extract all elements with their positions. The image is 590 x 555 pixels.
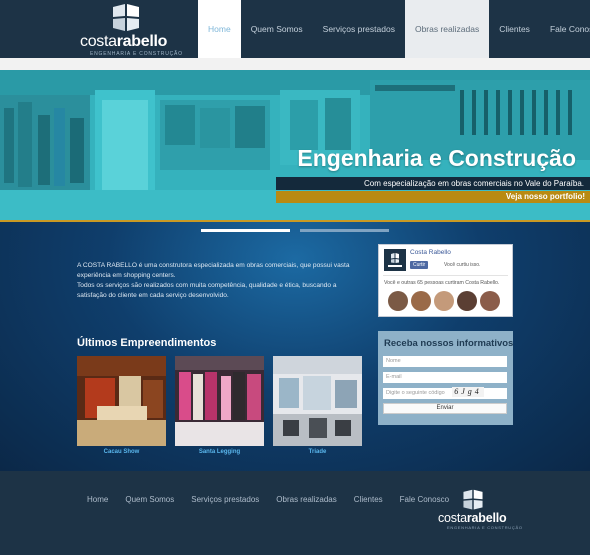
facebook-like-count: Você e outras 65 pessoas curtiram Costa … (384, 280, 500, 286)
nav-clientes[interactable]: Clientes (489, 0, 540, 58)
footer-nav-home[interactable]: Home (87, 495, 108, 504)
footer-nav-clientes[interactable]: Clientes (354, 495, 383, 504)
hero-gold-line (0, 220, 590, 222)
facebook-faces (388, 291, 503, 311)
hero-subtitle: Com especialização em obras comerciais n… (276, 177, 590, 190)
newsletter-email-input[interactable]: E-mail (383, 372, 507, 383)
nav-fale-conosco[interactable]: Fale Conosco (540, 0, 590, 58)
newsletter-captcha-input[interactable]: Digite o seguinte código (383, 388, 507, 399)
facebook-page-name[interactable]: Costa Rabello (410, 249, 451, 256)
company-intro: A COSTA RABELLO é uma construtora especi… (77, 261, 367, 301)
captcha-image: 6Jg4 (452, 387, 484, 397)
facebook-widget: Costa Rabello Curtir Você curtiu isso. V… (378, 244, 513, 317)
footer-nav: Home Quem Somos Serviços prestados Obras… (87, 495, 466, 504)
newsletter-submit-button[interactable]: Enviar (383, 403, 507, 414)
brand-tagline: ENGENHARIA E CONSTRUÇÃO (90, 51, 183, 57)
project-caption-cacau-show[interactable]: Cacau Show (77, 449, 166, 455)
project-caption-santa-legging[interactable]: Santa Legging (175, 449, 264, 455)
intro-paragraph-2: Todos os serviços são realizados com mui… (77, 282, 337, 299)
slider-pagination (201, 229, 391, 233)
project-photo-cacau-show (77, 356, 166, 446)
facebook-page-avatar[interactable] (384, 249, 406, 271)
nav-home[interactable]: Home (198, 0, 241, 58)
hero-title: Engenharia e Construção (297, 145, 576, 171)
footer-nav-obras[interactable]: Obras realizadas (276, 495, 336, 504)
project-card-santa-legging[interactable] (175, 356, 264, 446)
newsletter-form: Receba nossos informativos Nome E-mail D… (378, 331, 513, 425)
project-photo-santa-legging (175, 356, 264, 446)
project-caption-triade[interactable]: Triade (273, 449, 362, 455)
facebook-divider (383, 275, 508, 276)
facebook-like-note: Você curtiu isso. (444, 262, 481, 268)
site-header: costarabello ENGENHARIA E CONSTRUÇÃO Hom… (0, 0, 590, 58)
projects-title: Últimos Empreendimentos (77, 337, 217, 349)
footer-nav-quem-somos[interactable]: Quem Somos (125, 495, 174, 504)
hero-banner[interactable]: Engenharia e Construção Com especializaç… (0, 70, 590, 221)
slider-dot-2[interactable] (300, 229, 389, 232)
facebook-like-button[interactable]: Curtir (410, 261, 429, 269)
project-card-cacau-show[interactable] (77, 356, 166, 446)
facebook-fan-avatar[interactable] (457, 291, 477, 311)
slider-dot-1[interactable] (201, 229, 290, 232)
footer-brand-wordmark: costarabello (438, 511, 507, 525)
nav-quem-somos[interactable]: Quem Somos (241, 0, 313, 58)
nav-obras[interactable]: Obras realizadas (404, 0, 490, 58)
intro-paragraph-1: A COSTA RABELLO é uma construtora especi… (77, 262, 350, 279)
footer-nav-servicos[interactable]: Serviços prestados (191, 495, 259, 504)
project-card-triade[interactable] (273, 356, 362, 446)
header-divider-strip (0, 58, 590, 70)
footer-brand-logo[interactable]: costarabello ENGENHARIA E CONSTRUÇÃO (438, 489, 522, 531)
nav-servicos[interactable]: Serviços prestados (313, 0, 405, 58)
brand-logo[interactable]: costarabello ENGENHARIA E CONSTRUÇÃO (80, 3, 182, 57)
footer-logo-cube-icon (463, 489, 483, 510)
logo-cube-icon (113, 4, 139, 31)
project-photo-triade (273, 356, 362, 446)
facebook-fan-avatar[interactable] (434, 291, 454, 311)
brand-wordmark: costarabello (80, 33, 168, 50)
footer-brand-tagline: ENGENHARIA E CONSTRUÇÃO (447, 525, 523, 530)
facebook-fan-avatar[interactable] (388, 291, 408, 311)
portfolio-link[interactable]: Veja nosso portfolio! (276, 191, 590, 203)
site-footer: Home Quem Somos Serviços prestados Obras… (0, 471, 590, 555)
main-nav: Home Quem Somos Serviços prestados Obras… (198, 0, 590, 58)
newsletter-title: Receba nossos informativos (384, 338, 514, 349)
facebook-fan-avatar[interactable] (480, 291, 500, 311)
newsletter-name-input[interactable]: Nome (383, 356, 507, 367)
facebook-fan-avatar[interactable] (411, 291, 431, 311)
